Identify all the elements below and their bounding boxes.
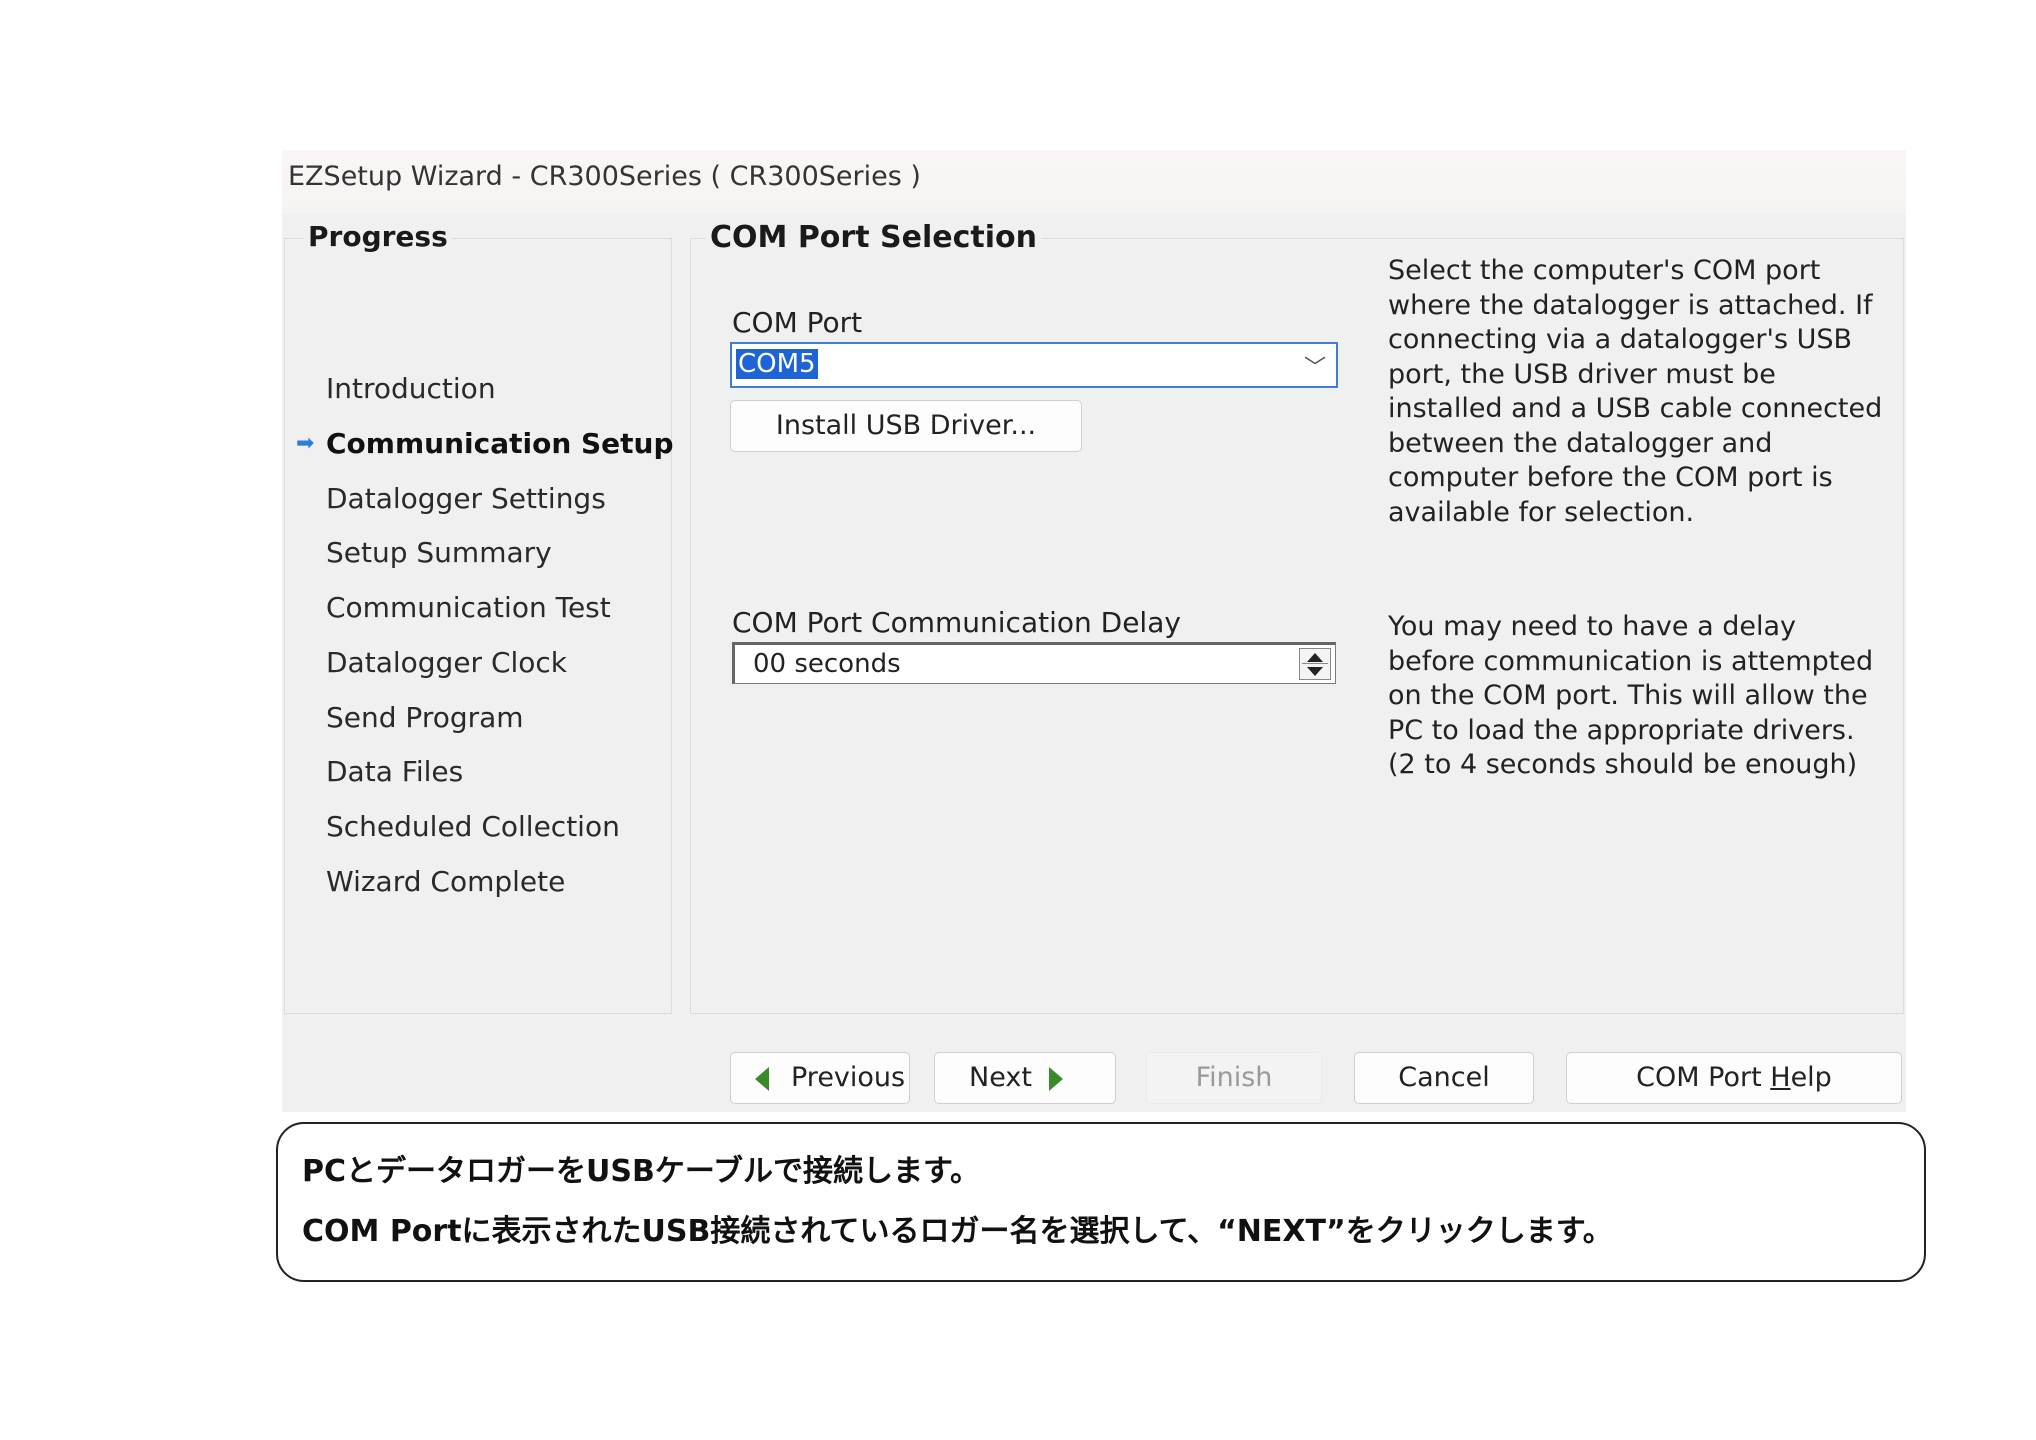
chevron-down-icon[interactable]: ﹀ xyxy=(1304,350,1326,382)
step-datalogger-settings: Datalogger Settings xyxy=(326,482,606,515)
arrow-left-icon xyxy=(755,1067,769,1091)
previous-button[interactable]: Previous xyxy=(730,1052,910,1104)
com-port-help-button[interactable]: COM Port Help xyxy=(1566,1052,1902,1104)
next-button[interactable]: Next xyxy=(934,1052,1116,1104)
com-port-label: COM Port xyxy=(732,306,863,339)
instruction-note-box: PCとデータロガーをUSBケーブルで接続します。 COM Portに表示されたU… xyxy=(276,1122,1926,1282)
arrow-right-icon xyxy=(1049,1067,1063,1091)
step-setup-summary: Setup Summary xyxy=(326,536,552,569)
section-title: COM Port Selection xyxy=(706,220,1041,255)
step-data-files: Data Files xyxy=(326,755,464,788)
com-delay-label: COM Port Communication Delay xyxy=(732,606,1181,639)
com-port-select[interactable]: COM5 ﹀ xyxy=(730,342,1338,388)
step-introduction: Introduction xyxy=(326,372,496,405)
install-usb-driver-button[interactable]: Install USB Driver... xyxy=(730,400,1082,452)
instruction-line-2: COM Portに表示されたUSB接続されているロガー名を選択して、“NEXT”… xyxy=(302,1214,1613,1249)
spin-up-icon[interactable] xyxy=(1307,653,1323,662)
next-label: Next xyxy=(969,1062,1032,1093)
previous-label: Previous xyxy=(791,1062,906,1093)
arrow-right-icon: ➡ xyxy=(296,431,315,456)
step-scheduled-collection: Scheduled Collection xyxy=(326,810,620,843)
help-label-mnemonic: H xyxy=(1770,1062,1791,1093)
spin-down-icon[interactable] xyxy=(1307,667,1323,676)
com-delay-spinbox[interactable]: 00 seconds xyxy=(732,642,1336,684)
step-send-program: Send Program xyxy=(326,701,524,734)
help-label-prefix: COM Port xyxy=(1636,1062,1771,1093)
cancel-button[interactable]: Cancel xyxy=(1354,1052,1534,1104)
step-communication-setup: Communication Setup xyxy=(326,427,674,460)
ezsetup-wizard-window: EZSetup Wizard - CR300Series ( CR300Seri… xyxy=(282,150,1906,1112)
instruction-line-1: PCとデータロガーをUSBケーブルで接続します。 xyxy=(302,1154,981,1189)
step-communication-test: Communication Test xyxy=(326,591,611,624)
com-port-value: COM5 xyxy=(736,349,818,379)
finish-button[interactable]: Finish xyxy=(1146,1052,1322,1104)
step-datalogger-clock: Datalogger Clock xyxy=(326,646,568,679)
window-title: EZSetup Wizard - CR300Series ( CR300Seri… xyxy=(282,150,1906,214)
help-label-suffix: elp xyxy=(1790,1062,1832,1093)
com-delay-value: 00 seconds xyxy=(753,649,901,679)
progress-title: Progress xyxy=(304,220,452,253)
com-delay-help-text: You may need to have a delay before comm… xyxy=(1388,611,1874,780)
com-port-help-text: Select the computer's COM port where the… xyxy=(1388,255,1883,528)
step-wizard-complete: Wizard Complete xyxy=(326,865,566,898)
spin-buttons[interactable] xyxy=(1299,648,1331,680)
